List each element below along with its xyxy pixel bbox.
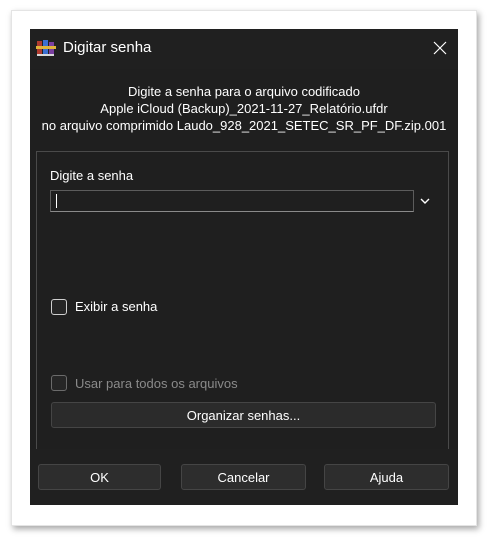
description-file-name: Apple iCloud (Backup)_2021-11-27_Relatór… — [100, 101, 388, 116]
help-button[interactable]: Ajuda — [324, 464, 449, 490]
cancel-button[interactable]: Cancelar — [181, 464, 306, 490]
close-icon — [433, 41, 447, 55]
winrar-books-icon — [36, 39, 56, 57]
dialog-description: Digite a senha para o arquivo codificado… — [30, 83, 458, 134]
window-title: Digitar senha — [63, 39, 152, 56]
ok-button[interactable]: OK — [38, 464, 161, 490]
password-dialog: Digitar senha Digite a senha para o arqu… — [30, 29, 458, 505]
organize-passwords-button[interactable]: Organizar senhas... — [51, 402, 436, 428]
description-line-1: Digite a senha para o arquivo codificado — [128, 84, 360, 99]
password-history-dropdown[interactable] — [416, 192, 434, 210]
close-button[interactable] — [422, 31, 458, 65]
use-for-all-checkbox[interactable] — [51, 375, 67, 391]
text-caret — [56, 194, 57, 208]
show-password-checkbox[interactable] — [51, 299, 67, 315]
use-for-all-label[interactable]: Usar para todos os arquivos — [75, 376, 238, 391]
show-password-label[interactable]: Exibir a senha — [75, 299, 157, 314]
password-label: Digite a senha — [50, 168, 134, 183]
title-bar: Digitar senha — [30, 29, 458, 69]
password-input[interactable] — [50, 190, 414, 212]
chevron-down-icon — [420, 198, 430, 204]
description-archive-name: no arquivo comprimido Laudo_928_2021_SET… — [41, 118, 447, 133]
